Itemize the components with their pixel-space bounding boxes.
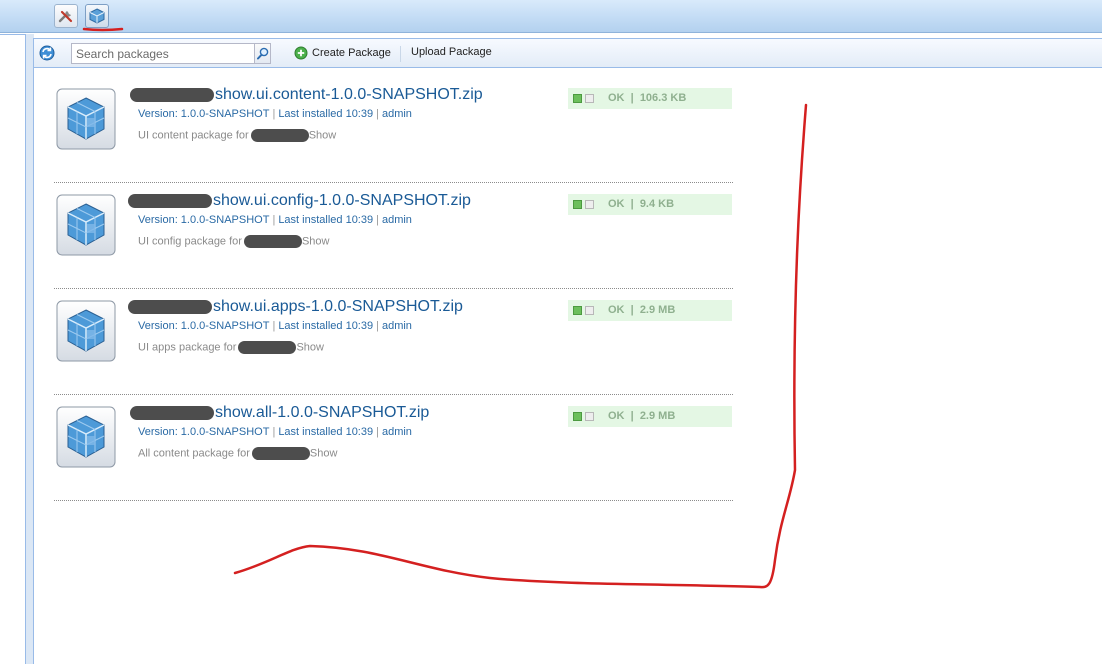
upload-package-button[interactable]: Upload Package bbox=[411, 46, 492, 58]
package-filename[interactable]: show.ui.apps-1.0.0-SNAPSHOT.zip bbox=[213, 298, 463, 315]
package-status-bar: OK | 2.9 MB bbox=[568, 300, 732, 321]
package-title[interactable]: show.ui.apps-1.0.0-SNAPSHOT.zip bbox=[128, 298, 463, 316]
package-description: All content package for Show bbox=[138, 447, 337, 460]
package-cube-icon bbox=[56, 300, 116, 362]
description-text: UI apps package for bbox=[138, 341, 237, 354]
tools-icon bbox=[58, 10, 73, 23]
description-text: UI config package for bbox=[138, 235, 242, 248]
status-ok-icon bbox=[573, 412, 582, 421]
redaction-mark bbox=[128, 193, 212, 208]
package-size: 9.4 KB bbox=[639, 198, 675, 210]
package-meta: Version: 1.0.0-SNAPSHOT | Last installed 1… bbox=[138, 320, 412, 332]
package-user-link[interactable]: admin bbox=[382, 426, 412, 438]
package-installed: Last installed 10:39 bbox=[278, 320, 374, 332]
packages-button[interactable] bbox=[85, 4, 109, 28]
package-status-bar: OK | 9.4 KB bbox=[568, 194, 732, 215]
package-list: show.ui.content-1.0.0-SNAPSHOT.zip Versi… bbox=[54, 78, 733, 502]
add-circle-icon bbox=[294, 46, 308, 60]
status-pending-icon bbox=[585, 94, 594, 103]
redaction-mark bbox=[128, 299, 212, 314]
description-suffix: Show bbox=[301, 235, 330, 248]
search-button[interactable] bbox=[254, 43, 271, 64]
package-cube-icon bbox=[89, 8, 105, 24]
app-toolbar bbox=[0, 0, 1102, 33]
description-text: UI content package for bbox=[138, 129, 249, 142]
package-status-bar: OK | 106.3 KB bbox=[568, 88, 732, 109]
package-description: UI apps package for Show bbox=[138, 341, 324, 354]
redaction-mark bbox=[238, 341, 297, 354]
package-title[interactable]: show.ui.config-1.0.0-SNAPSHOT.zip bbox=[128, 192, 471, 210]
package-user-link[interactable]: admin bbox=[382, 214, 412, 226]
description-suffix: Show bbox=[308, 129, 337, 142]
package-size: 2.9 MB bbox=[639, 410, 676, 422]
redaction-mark bbox=[243, 235, 302, 248]
redaction-mark bbox=[250, 129, 309, 142]
package-version: Version: 1.0.0-SNAPSHOT bbox=[138, 426, 270, 438]
package-description: UI config package for Show bbox=[138, 235, 329, 248]
package-user-link[interactable]: admin bbox=[382, 108, 412, 120]
status-ok-icon bbox=[573, 200, 582, 209]
status-pending-icon bbox=[585, 412, 594, 421]
toolbar-separator bbox=[400, 46, 401, 62]
status-ok-icon bbox=[573, 306, 582, 315]
package-cube-icon bbox=[56, 194, 116, 256]
left-panel bbox=[0, 34, 26, 664]
status-label: OK bbox=[608, 410, 625, 422]
redaction-mark bbox=[251, 447, 310, 460]
refresh-icon[interactable] bbox=[38, 44, 56, 62]
package-manager-panel: Create Package Upload Package bbox=[33, 38, 1102, 664]
package-version: Version: 1.0.0-SNAPSHOT bbox=[138, 108, 270, 120]
redaction-mark bbox=[130, 87, 214, 102]
package-meta: Version: 1.0.0-SNAPSHOT | Last installed 1… bbox=[138, 426, 412, 438]
package-description: UI content package for Show bbox=[138, 129, 336, 142]
package-installed: Last installed 10:39 bbox=[278, 214, 374, 226]
package-cube-icon bbox=[56, 406, 116, 468]
status-ok-icon bbox=[573, 94, 582, 103]
package-cube-icon bbox=[56, 88, 116, 150]
search-input[interactable] bbox=[71, 43, 256, 64]
package-toolbar: Create Package Upload Package bbox=[34, 39, 1102, 68]
package-meta: Version: 1.0.0-SNAPSHOT | Last installed 1… bbox=[138, 108, 412, 120]
package-filename[interactable]: show.ui.content-1.0.0-SNAPSHOT.zip bbox=[215, 86, 483, 103]
package-size: 2.9 MB bbox=[639, 304, 676, 316]
magnifier-icon bbox=[257, 47, 269, 60]
package-filename[interactable]: show.ui.config-1.0.0-SNAPSHOT.zip bbox=[213, 192, 471, 209]
package-item[interactable]: show.ui.apps-1.0.0-SNAPSHOT.zip Version:… bbox=[54, 290, 733, 395]
package-installed: Last installed 10:39 bbox=[278, 108, 374, 120]
package-version: Version: 1.0.0-SNAPSHOT bbox=[138, 214, 270, 226]
status-label: OK bbox=[608, 304, 625, 316]
upload-package-label: Upload Package bbox=[411, 46, 492, 58]
status-label: OK bbox=[608, 198, 625, 210]
package-filename[interactable]: show.all-1.0.0-SNAPSHOT.zip bbox=[215, 404, 429, 421]
package-title[interactable]: show.all-1.0.0-SNAPSHOT.zip bbox=[130, 404, 429, 422]
description-suffix: Show bbox=[296, 341, 324, 354]
description-text: All content package for bbox=[138, 447, 250, 460]
package-installed: Last installed 10:39 bbox=[278, 426, 374, 438]
status-label: OK bbox=[608, 92, 625, 104]
create-package-label: Create Package bbox=[312, 47, 391, 59]
package-version: Version: 1.0.0-SNAPSHOT bbox=[138, 320, 270, 332]
package-item[interactable]: show.ui.config-1.0.0-SNAPSHOT.zip Versio… bbox=[54, 184, 733, 289]
status-pending-icon bbox=[585, 306, 594, 315]
redaction-mark bbox=[130, 405, 214, 420]
description-suffix: Show bbox=[309, 447, 338, 460]
package-title[interactable]: show.ui.content-1.0.0-SNAPSHOT.zip bbox=[130, 86, 483, 104]
package-item[interactable]: show.all-1.0.0-SNAPSHOT.zip Version: 1.0… bbox=[54, 396, 733, 501]
tools-button[interactable] bbox=[54, 4, 78, 28]
create-package-button[interactable]: Create Package bbox=[294, 46, 391, 60]
package-item[interactable]: show.ui.content-1.0.0-SNAPSHOT.zip Versi… bbox=[54, 78, 733, 183]
package-user-link[interactable]: admin bbox=[382, 320, 412, 332]
status-pending-icon bbox=[585, 200, 594, 209]
package-status-bar: OK | 2.9 MB bbox=[568, 406, 732, 427]
package-meta: Version: 1.0.0-SNAPSHOT | Last installed 1… bbox=[138, 214, 412, 226]
package-size: 106.3 KB bbox=[639, 92, 687, 104]
